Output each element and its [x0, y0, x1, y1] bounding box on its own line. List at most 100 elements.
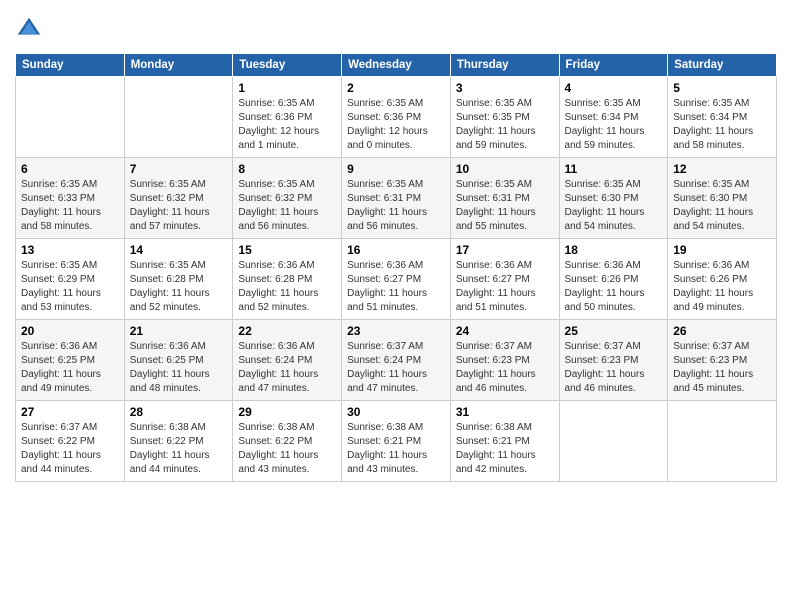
day-number: 16	[347, 243, 445, 257]
day-info: Sunrise: 6:35 AM Sunset: 6:31 PM Dayligh…	[456, 178, 554, 234]
day-number: 3	[456, 81, 554, 95]
day-of-week-header: Sunday	[16, 54, 125, 77]
day-number: 24	[456, 324, 554, 338]
calendar-cell: 28Sunrise: 6:38 AM Sunset: 6:22 PM Dayli…	[124, 401, 233, 482]
day-info: Sunrise: 6:36 AM Sunset: 6:27 PM Dayligh…	[456, 259, 554, 315]
calendar-cell: 20 Sunrise: 6:36 AM Sunset: 6:25 PM Dayli…	[16, 320, 125, 401]
day-number: 31	[456, 405, 554, 419]
header	[15, 15, 777, 43]
day-number: 12	[673, 162, 771, 176]
calendar-cell: 27Sunrise: 6:37 AM Sunset: 6:22 PM Dayli…	[16, 401, 125, 482]
calendar-cell: 5 Sunrise: 6:35 AM Sunset: 6:34 PM Daylig…	[668, 77, 777, 158]
day-info: Sunrise: 6:35 AM Sunset: 6:34 PM Dayligh…	[565, 97, 663, 153]
day-info: Sunrise: 6:38 AM Sunset: 6:22 PM Dayligh…	[130, 421, 228, 477]
day-number: 25	[565, 324, 663, 338]
calendar-cell: 2Sunrise: 6:35 AM Sunset: 6:36 PM Daylig…	[342, 77, 451, 158]
calendar-cell: 21Sunrise: 6:36 AM Sunset: 6:25 PM Dayli…	[124, 320, 233, 401]
day-info: Sunrise: 6:35 AM Sunset: 6:35 PM Dayligh…	[456, 97, 554, 153]
calendar-cell: 13 Sunrise: 6:35 AM Sunset: 6:29 PM Dayli…	[16, 239, 125, 320]
day-number: 4	[565, 81, 663, 95]
calendar-cell: 30 Sunrise: 6:38 AM Sunset: 6:21 PM Dayli…	[342, 401, 451, 482]
day-info: Sunrise: 6:36 AM Sunset: 6:25 PM Dayligh…	[21, 340, 119, 396]
calendar-body: 1 Sunrise: 6:35 AM Sunset: 6:36 PM Daylig…	[16, 77, 777, 482]
calendar-cell: 19 Sunrise: 6:36 AM Sunset: 6:26 PM Dayli…	[668, 239, 777, 320]
day-of-week-header: Saturday	[668, 54, 777, 77]
day-number: 5	[673, 81, 771, 95]
calendar-cell: 12 Sunrise: 6:35 AM Sunset: 6:30 PM Dayli…	[668, 158, 777, 239]
day-number: 19	[673, 243, 771, 257]
calendar-cell: 8 Sunrise: 6:35 AM Sunset: 6:32 PM Daylig…	[233, 158, 342, 239]
day-number: 15	[238, 243, 336, 257]
calendar-cell	[16, 77, 125, 158]
day-number: 26	[673, 324, 771, 338]
calendar-cell: 23 Sunrise: 6:37 AM Sunset: 6:24 PM Dayli…	[342, 320, 451, 401]
day-info: Sunrise: 6:35 AM Sunset: 6:31 PM Dayligh…	[347, 178, 445, 234]
day-info: Sunrise: 6:35 AM Sunset: 6:30 PM Dayligh…	[565, 178, 663, 234]
day-of-week-header: Monday	[124, 54, 233, 77]
day-info: Sunrise: 6:36 AM Sunset: 6:26 PM Dayligh…	[673, 259, 771, 315]
day-number: 7	[130, 162, 228, 176]
calendar-cell	[124, 77, 233, 158]
day-info: Sunrise: 6:35 AM Sunset: 6:30 PM Dayligh…	[673, 178, 771, 234]
day-number: 21	[130, 324, 228, 338]
logo-icon	[15, 15, 43, 43]
calendar-cell: 10 Sunrise: 6:35 AM Sunset: 6:31 PM Dayli…	[450, 158, 559, 239]
calendar-cell: 17Sunrise: 6:36 AM Sunset: 6:27 PM Dayli…	[450, 239, 559, 320]
day-info: Sunrise: 6:35 AM Sunset: 6:36 PM Dayligh…	[238, 97, 336, 153]
day-info: Sunrise: 6:37 AM Sunset: 6:23 PM Dayligh…	[456, 340, 554, 396]
day-number: 18	[565, 243, 663, 257]
calendar-week-row: 27Sunrise: 6:37 AM Sunset: 6:22 PM Dayli…	[16, 401, 777, 482]
day-number: 23	[347, 324, 445, 338]
day-info: Sunrise: 6:37 AM Sunset: 6:24 PM Dayligh…	[347, 340, 445, 396]
calendar-cell: 18 Sunrise: 6:36 AM Sunset: 6:26 PM Dayli…	[559, 239, 668, 320]
day-info: Sunrise: 6:36 AM Sunset: 6:28 PM Dayligh…	[238, 259, 336, 315]
logo	[15, 15, 45, 43]
day-of-week-header: Tuesday	[233, 54, 342, 77]
day-number: 30	[347, 405, 445, 419]
calendar-cell: 11 Sunrise: 6:35 AM Sunset: 6:30 PM Dayli…	[559, 158, 668, 239]
day-number: 2	[347, 81, 445, 95]
day-number: 13	[21, 243, 119, 257]
day-info: Sunrise: 6:35 AM Sunset: 6:32 PM Dayligh…	[238, 178, 336, 234]
calendar-cell	[668, 401, 777, 482]
days-of-week-row: SundayMondayTuesdayWednesdayThursdayFrid…	[16, 54, 777, 77]
day-info: Sunrise: 6:35 AM Sunset: 6:34 PM Dayligh…	[673, 97, 771, 153]
day-number: 27	[21, 405, 119, 419]
calendar-week-row: 13 Sunrise: 6:35 AM Sunset: 6:29 PM Dayli…	[16, 239, 777, 320]
day-info: Sunrise: 6:35 AM Sunset: 6:32 PM Dayligh…	[130, 178, 228, 234]
calendar-cell: 31 Sunrise: 6:38 AM Sunset: 6:21 PM Dayli…	[450, 401, 559, 482]
day-number: 10	[456, 162, 554, 176]
day-number: 1	[238, 81, 336, 95]
day-info: Sunrise: 6:35 AM Sunset: 6:29 PM Dayligh…	[21, 259, 119, 315]
calendar-cell: 29 Sunrise: 6:38 AM Sunset: 6:22 PM Dayli…	[233, 401, 342, 482]
calendar-cell: 24 Sunrise: 6:37 AM Sunset: 6:23 PM Dayli…	[450, 320, 559, 401]
day-info: Sunrise: 6:38 AM Sunset: 6:22 PM Dayligh…	[238, 421, 336, 477]
day-number: 29	[238, 405, 336, 419]
calendar-cell: 3 Sunrise: 6:35 AM Sunset: 6:35 PM Daylig…	[450, 77, 559, 158]
calendar-cell: 4 Sunrise: 6:35 AM Sunset: 6:34 PM Daylig…	[559, 77, 668, 158]
day-number: 20	[21, 324, 119, 338]
calendar-cell: 22Sunrise: 6:36 AM Sunset: 6:24 PM Dayli…	[233, 320, 342, 401]
day-info: Sunrise: 6:38 AM Sunset: 6:21 PM Dayligh…	[347, 421, 445, 477]
day-info: Sunrise: 6:38 AM Sunset: 6:21 PM Dayligh…	[456, 421, 554, 477]
calendar-cell: 16 Sunrise: 6:36 AM Sunset: 6:27 PM Dayli…	[342, 239, 451, 320]
day-of-week-header: Friday	[559, 54, 668, 77]
calendar-week-row: 1 Sunrise: 6:35 AM Sunset: 6:36 PM Daylig…	[16, 77, 777, 158]
day-info: Sunrise: 6:36 AM Sunset: 6:27 PM Dayligh…	[347, 259, 445, 315]
day-of-week-header: Wednesday	[342, 54, 451, 77]
calendar-cell	[559, 401, 668, 482]
day-info: Sunrise: 6:36 AM Sunset: 6:26 PM Dayligh…	[565, 259, 663, 315]
day-number: 8	[238, 162, 336, 176]
day-number: 6	[21, 162, 119, 176]
day-info: Sunrise: 6:35 AM Sunset: 6:33 PM Dayligh…	[21, 178, 119, 234]
calendar-week-row: 20 Sunrise: 6:36 AM Sunset: 6:25 PM Dayli…	[16, 320, 777, 401]
day-number: 11	[565, 162, 663, 176]
calendar-table: SundayMondayTuesdayWednesdayThursdayFrid…	[15, 53, 777, 482]
calendar-cell: 15 Sunrise: 6:36 AM Sunset: 6:28 PM Dayli…	[233, 239, 342, 320]
day-info: Sunrise: 6:36 AM Sunset: 6:24 PM Dayligh…	[238, 340, 336, 396]
calendar-cell: 14Sunrise: 6:35 AM Sunset: 6:28 PM Dayli…	[124, 239, 233, 320]
day-number: 9	[347, 162, 445, 176]
day-number: 14	[130, 243, 228, 257]
day-info: Sunrise: 6:37 AM Sunset: 6:23 PM Dayligh…	[673, 340, 771, 396]
calendar-cell: 6 Sunrise: 6:35 AM Sunset: 6:33 PM Daylig…	[16, 158, 125, 239]
